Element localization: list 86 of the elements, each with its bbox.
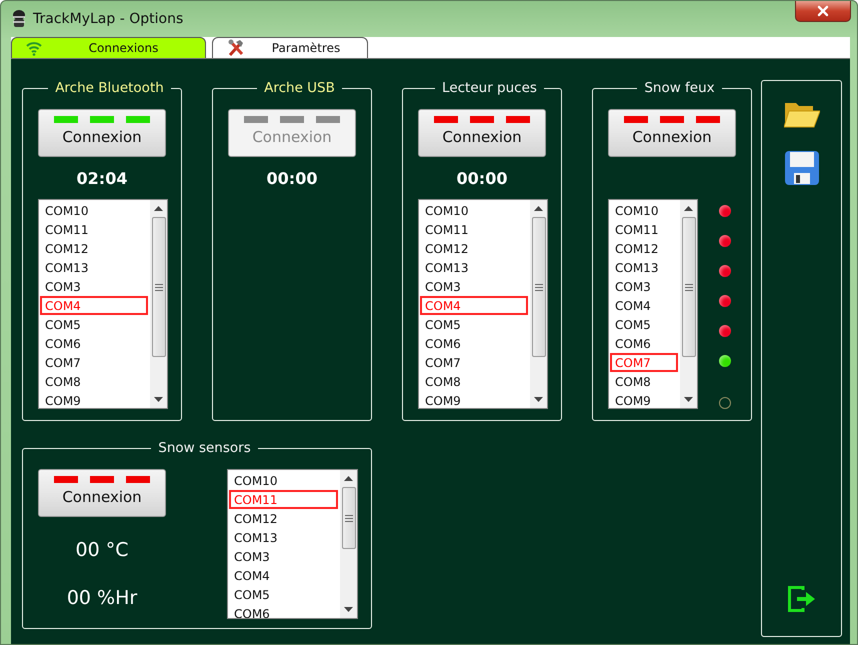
port-list[interactable]: COM10 COM11 COM12 COM13 COM3 COM4 COM5 COM6 COM7 COM8 COM9 [608,199,698,409]
port-item[interactable]: COM13 [610,258,678,277]
scroll-up-icon[interactable] [534,206,543,211]
connect-button[interactable]: Connexion [38,469,166,517]
port-item[interactable]: COM8 [420,372,528,391]
connect-button[interactable]: Connexion [608,109,736,157]
port-item[interactable]: COM3 [229,547,338,566]
scroll-down-icon[interactable] [154,397,163,402]
port-item[interactable]: COM12 [40,239,148,258]
scroll-thumb[interactable] [532,217,546,357]
close-icon [815,3,831,19]
port-item[interactable]: COM3 [610,277,678,296]
scrollbar[interactable] [150,200,167,408]
port-item[interactable]: COM7 [420,353,528,372]
port-item[interactable]: COM11 [40,220,148,239]
save-button[interactable] [784,151,818,185]
scrollbar[interactable] [340,470,357,618]
group-title: Snow sensors [157,440,252,456]
port-item[interactable]: COM11 [610,220,678,239]
group-title: Arche USB [263,80,336,96]
port-item[interactable]: COM10 [40,201,148,220]
connect-button[interactable]: Connexion [38,109,166,157]
timer: 00:00 [266,168,318,188]
exit-button[interactable] [788,586,816,612]
scrollbar[interactable] [680,200,697,408]
wifi-icon [26,40,42,56]
port-item[interactable]: COM5 [229,585,338,604]
scroll-up-icon[interactable] [684,206,693,211]
scrollbar[interactable] [530,200,547,408]
port-item[interactable]: COM4 [420,296,528,315]
scroll-up-icon[interactable] [154,206,163,211]
humidity-reading: 00 %Hr [66,587,138,611]
port-item[interactable]: COM13 [229,528,338,547]
port-item[interactable]: COM6 [420,334,528,353]
tools-icon [227,39,245,57]
port-item[interactable]: COM13 [40,258,148,277]
temperature-reading: 00 °C [76,539,128,563]
exit-icon [788,586,816,612]
port-item[interactable]: COM10 [610,201,678,220]
port-item[interactable]: COM12 [229,509,338,528]
scroll-thumb[interactable] [342,487,356,549]
port-item[interactable]: COM5 [420,315,528,334]
port-item[interactable]: COM11 [229,490,338,509]
connect-button[interactable]: Connexion [418,109,546,157]
window-title: TrackMyLap - Options [33,10,184,26]
port-item[interactable]: COM7 [610,353,678,372]
port-item[interactable]: COM9 [420,391,528,408]
port-item[interactable]: COM11 [420,220,528,239]
tab[interactable]: Paramètres [212,37,368,58]
port-item[interactable]: COM9 [610,391,678,408]
port-item[interactable]: COM6 [610,334,678,353]
port-item[interactable]: COM6 [40,334,148,353]
port-item[interactable]: COM7 [40,353,148,372]
port-item[interactable]: COM9 [40,391,148,408]
port-item[interactable]: COM3 [420,277,528,296]
port-item[interactable]: COM4 [40,296,148,315]
group-title: Lecteur puces [441,80,538,96]
timer: 02:04 [76,168,128,188]
port-item[interactable]: COM8 [40,372,148,391]
port-item[interactable]: COM10 [420,201,528,220]
port-item[interactable]: COM8 [610,372,678,391]
group-title: Snow feux [643,80,716,96]
port-item[interactable]: COM5 [610,315,678,334]
scroll-down-icon[interactable] [534,397,543,402]
close-button[interactable] [795,1,851,22]
port-item[interactable]: COM3 [40,277,148,296]
scroll-down-icon[interactable] [344,607,353,612]
tab[interactable]: Connexions [11,37,206,58]
port-list[interactable]: COM10 COM11 COM12 COM13 COM3 COM4 COM5 COM6 [227,469,358,619]
port-item[interactable]: COM6 [229,604,338,618]
scroll-thumb[interactable] [152,217,166,357]
scroll-up-icon[interactable] [344,476,353,481]
scroll-down-icon[interactable] [684,397,693,402]
group-title: Arche Bluetooth [54,80,165,96]
port-item[interactable]: COM12 [420,239,528,258]
port-item[interactable]: COM10 [229,471,338,490]
app-icon [11,8,27,28]
port-item[interactable]: COM13 [420,258,528,277]
timer: 00:00 [456,168,508,188]
port-item[interactable]: COM5 [40,315,148,334]
port-list[interactable]: COM10 COM11 COM12 COM13 COM3 COM4 COM5 COM6 COM7 COM8 COM9 [38,199,168,409]
port-item[interactable]: COM4 [229,566,338,585]
scroll-thumb[interactable] [682,217,696,357]
port-list[interactable]: COM10 COM11 COM12 COM13 COM3 COM4 COM5 COM6 COM7 COM8 COM9 [418,199,548,409]
port-item[interactable]: COM12 [610,239,678,258]
port-item[interactable]: COM4 [610,296,678,315]
